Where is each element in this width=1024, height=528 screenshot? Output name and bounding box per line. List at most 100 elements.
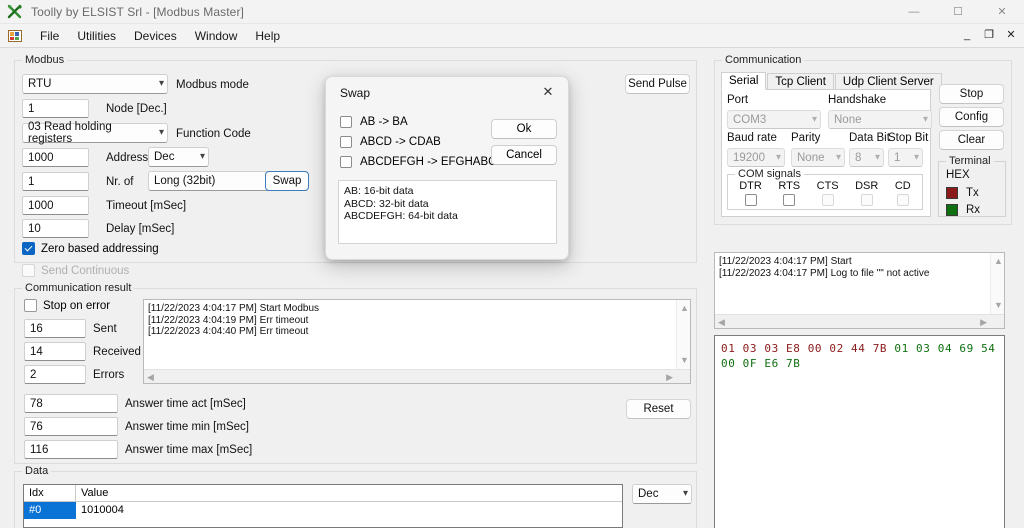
com-signal-cts[interactable]: CTS: [817, 180, 839, 206]
com-signal-dtr[interactable]: DTR: [739, 180, 762, 206]
function-code-select[interactable]: 03 Read holding registers ▾: [22, 121, 168, 145]
swap-option-3[interactable]: ABCDEFGH -> EFGHABCD: [340, 156, 505, 168]
address-value: 1000: [28, 151, 54, 164]
baud-rate-select[interactable]: 19200 ▾: [727, 148, 785, 167]
communication-result-log[interactable]: [11/22/2023 4:04:17 PM] Start Modbus [11/…: [143, 299, 691, 384]
hex-byte-rx: 0F: [742, 357, 765, 370]
stop-on-error-label: Stop on error: [43, 299, 111, 312]
com-signal-checkbox[interactable]: [860, 194, 873, 206]
parity-select[interactable]: None ▾: [791, 148, 845, 167]
com-signal-checkbox[interactable]: [896, 194, 909, 206]
scroll-left-icon[interactable]: ◀: [718, 318, 725, 327]
zero-based-addressing-checkbox[interactable]: Zero based addressing: [22, 242, 159, 255]
hex-byte-tx: 00: [807, 342, 830, 355]
answer-time-min-value: 76: [30, 420, 43, 433]
tab-serial[interactable]: Serial: [721, 72, 767, 90]
swap-option-2[interactable]: ABCD -> CDAB: [340, 136, 505, 148]
swap-button[interactable]: Swap: [265, 171, 309, 191]
com-signal-checkbox[interactable]: [783, 194, 796, 206]
hex-byte-tx: E8: [786, 342, 808, 355]
com-signal-label: RTS: [778, 180, 801, 192]
modbus-mode-select[interactable]: RTU ▾: [22, 74, 168, 94]
scroll-left-icon[interactable]: ◀: [147, 373, 154, 382]
rx-label: Rx: [966, 204, 981, 216]
tx-label: Tx: [966, 187, 979, 199]
timeout-input[interactable]: 1000: [22, 196, 89, 215]
address-base-select[interactable]: Dec ▾: [148, 147, 209, 167]
reset-button[interactable]: Reset: [626, 399, 691, 419]
com-signals-group: COM signals DTR RTS CTS DSR CD: [727, 168, 923, 210]
menu-item-file[interactable]: File: [31, 27, 68, 45]
stop-on-error-checkbox[interactable]: Stop on error: [24, 299, 110, 312]
stop-bit-select[interactable]: 1 ▾: [888, 148, 923, 167]
menu-item-utilities[interactable]: Utilities: [68, 27, 125, 45]
send-pulse-button[interactable]: Send Pulse: [625, 74, 690, 94]
swap-cancel-button[interactable]: Cancel: [491, 145, 557, 165]
handshake-select[interactable]: None ▾: [828, 110, 932, 129]
swap-option-1[interactable]: AB -> BA: [340, 116, 505, 128]
chevron-down-icon: ▾: [811, 113, 817, 125]
port-select[interactable]: COM3 ▾: [727, 110, 821, 129]
modbus-group-label: Modbus: [22, 54, 68, 66]
chevron-down-icon: ▾: [158, 127, 164, 138]
data-grid[interactable]: Idx Value #0 1010004: [23, 484, 623, 528]
swap-option-label: AB -> BA: [360, 116, 408, 128]
com-signal-cd[interactable]: CD: [895, 180, 911, 206]
data-grid-body: #0 1010004: [24, 502, 622, 519]
errors-field: 2: [24, 365, 86, 384]
hex-byte-rx: 01: [894, 342, 917, 355]
swap-ok-button[interactable]: Ok: [491, 119, 557, 139]
com-signal-label: CD: [894, 180, 911, 192]
table-row[interactable]: #0 1010004: [24, 502, 622, 519]
data-bit-select[interactable]: 8 ▾: [849, 148, 884, 167]
menu-item-help[interactable]: Help: [246, 27, 289, 45]
mdi-restore-button[interactable]: ❐: [983, 30, 995, 41]
communication-log-horizontal-scrollbar[interactable]: ◀ ▶: [715, 314, 1004, 328]
log-horizontal-scrollbar[interactable]: ◀ ▶: [144, 369, 690, 383]
data-format-select[interactable]: Dec ▾: [632, 484, 692, 504]
node-input[interactable]: 1: [22, 99, 89, 118]
scroll-right-icon[interactable]: ▶: [980, 318, 987, 327]
tx-color-swatch: [946, 187, 958, 199]
hex-byte-rx: 04: [937, 342, 960, 355]
handshake-value: None: [834, 113, 862, 126]
com-signal-checkbox[interactable]: [821, 194, 834, 206]
scroll-up-icon[interactable]: ▲: [994, 257, 1003, 266]
answer-time-min-field: 76: [24, 417, 118, 436]
clear-button[interactable]: Clear: [939, 130, 1004, 150]
tab-tcp-client[interactable]: Tcp Client: [767, 73, 834, 90]
data-grid-header: Idx Value: [24, 485, 622, 502]
address-input[interactable]: 1000: [22, 148, 89, 167]
maximize-button[interactable]: ☐: [936, 0, 980, 24]
window-controls: — ☐ ✕: [892, 0, 1024, 24]
answer-time-act-label: Answer time act [mSec]: [125, 398, 246, 410]
delay-input[interactable]: 10: [22, 219, 89, 238]
communication-log[interactable]: [11/22/2023 4:04:17 PM] Start [11/22/2023…: [714, 252, 1005, 329]
com-signal-dsr[interactable]: DSR: [855, 180, 878, 206]
terminal-mode-label: HEX: [946, 169, 970, 181]
swap-info-line: AB: 16-bit data: [344, 185, 414, 197]
tab-udp-client-server[interactable]: Udp Client Server: [834, 73, 942, 90]
hex-terminal[interactable]: 01 03 03 E8 00 02 44 7B 01 03 04 69 54 00…: [714, 335, 1005, 528]
mdi-close-button[interactable]: ✕: [1005, 30, 1017, 41]
config-button[interactable]: Config: [939, 107, 1004, 127]
nr-of-input[interactable]: 1: [22, 172, 89, 191]
swap-dialog-close-icon[interactable]: ✕: [534, 81, 562, 103]
function-code-label: Function Code: [176, 128, 251, 140]
hex-line: 01 03 03 E8 00 02 44 7B 01 03 04 69 54: [721, 341, 998, 356]
menu-item-window[interactable]: Window: [186, 27, 247, 45]
scroll-up-icon[interactable]: ▲: [680, 304, 689, 313]
com-signal-checkbox[interactable]: [744, 194, 757, 206]
scroll-down-icon[interactable]: ▼: [680, 356, 689, 365]
scroll-down-icon[interactable]: ▼: [994, 301, 1003, 310]
send-continuous-checkbox[interactable]: Send Continuous: [22, 264, 129, 277]
stop-button[interactable]: Stop: [939, 84, 1004, 104]
swap-dialog-title: Swap: [340, 86, 371, 100]
mdi-minimize-button[interactable]: _: [961, 30, 973, 41]
menu-item-devices[interactable]: Devices: [125, 27, 186, 45]
com-signal-rts[interactable]: RTS: [778, 180, 800, 206]
hex-byte-tx: 02: [829, 342, 852, 355]
scroll-right-icon[interactable]: ▶: [666, 373, 673, 382]
minimize-button[interactable]: —: [892, 0, 936, 24]
close-button[interactable]: ✕: [980, 0, 1024, 24]
